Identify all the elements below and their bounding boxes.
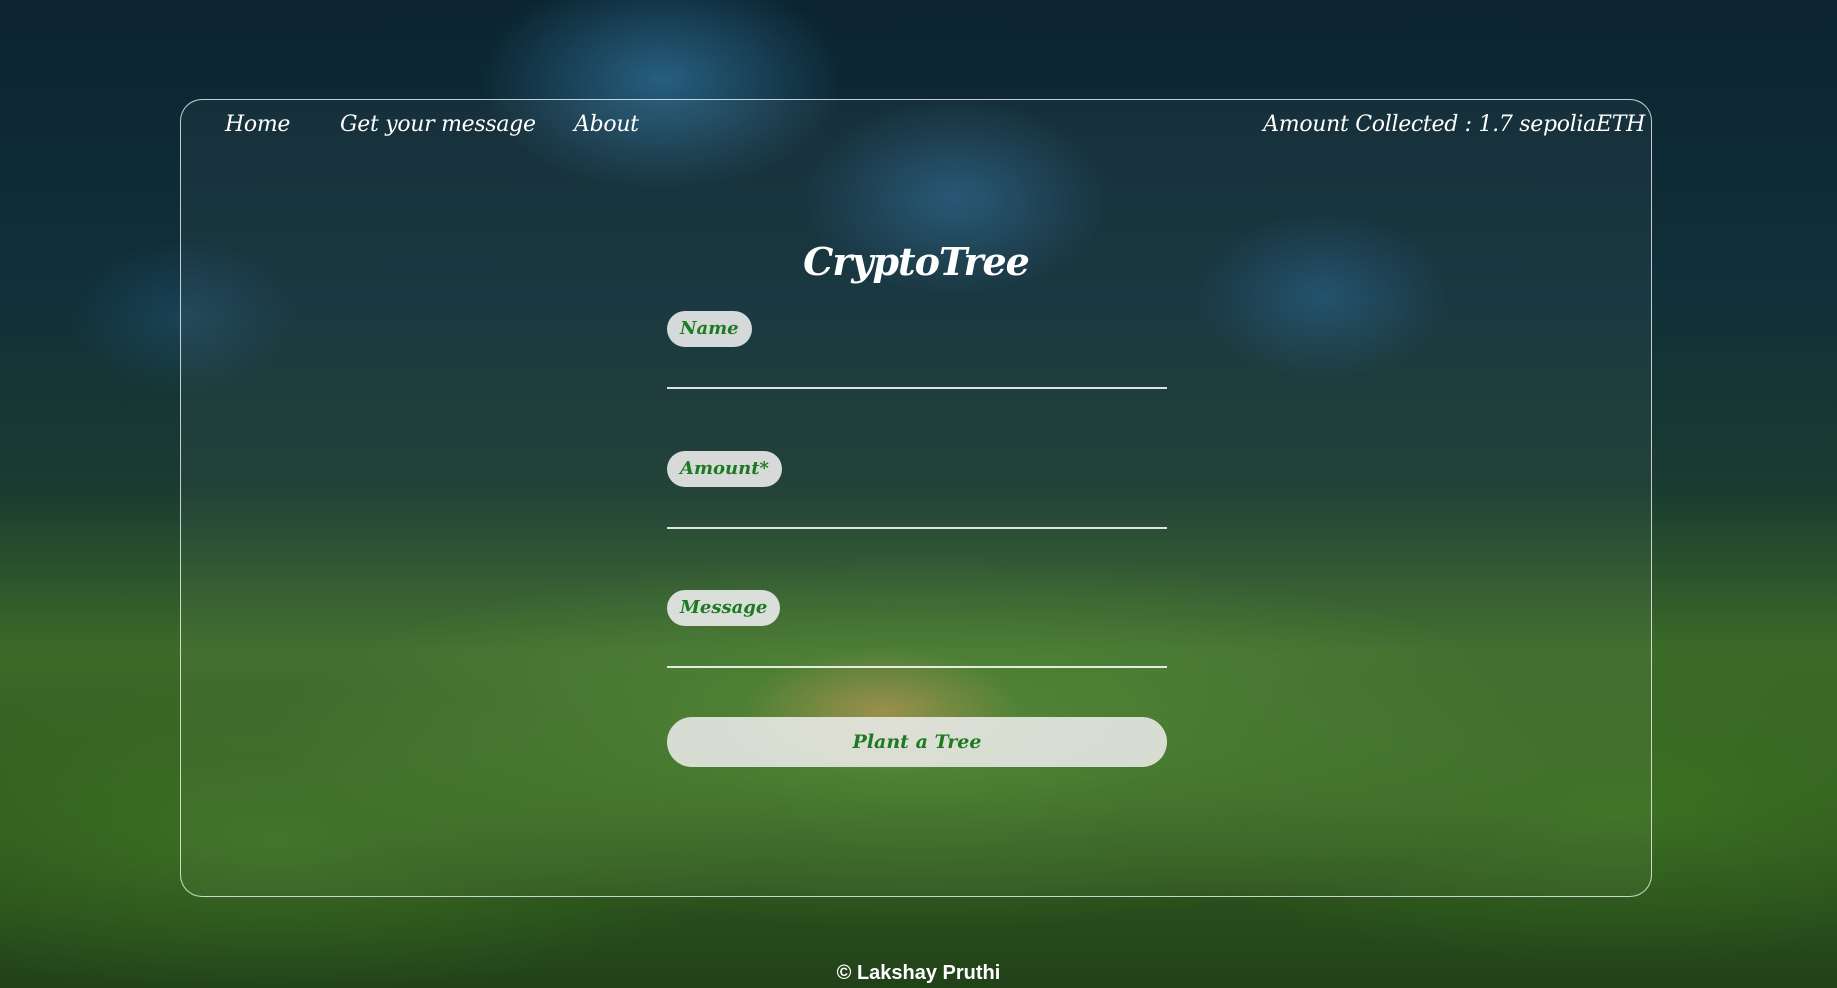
name-field: Name xyxy=(667,311,1167,389)
message-input[interactable] xyxy=(667,634,1167,668)
top-nav: Home Get your message About Amount Colle… xyxy=(181,112,1651,148)
name-input[interactable] xyxy=(667,355,1167,389)
plant-tree-button[interactable]: Plant a Tree xyxy=(667,717,1167,767)
amount-field: Amount* xyxy=(667,451,1167,529)
nav-about-link[interactable]: About xyxy=(574,112,639,137)
nav-home-link[interactable]: Home xyxy=(225,112,290,137)
message-field: Message xyxy=(667,590,1167,668)
message-label: Message xyxy=(667,590,781,626)
amount-input[interactable] xyxy=(667,495,1167,529)
amount-label: Amount* xyxy=(667,451,782,487)
footer-copyright: © Lakshay Pruthi xyxy=(836,962,1001,984)
glass-card: Home Get your message About Amount Colle… xyxy=(180,99,1652,897)
page-title: CryptoTree xyxy=(803,239,1030,284)
amount-collected-text: Amount Collected : 1.7 sepoliaETH xyxy=(1263,112,1645,137)
nav-get-message-link[interactable]: Get your message xyxy=(340,112,536,137)
name-label: Name xyxy=(667,311,752,347)
